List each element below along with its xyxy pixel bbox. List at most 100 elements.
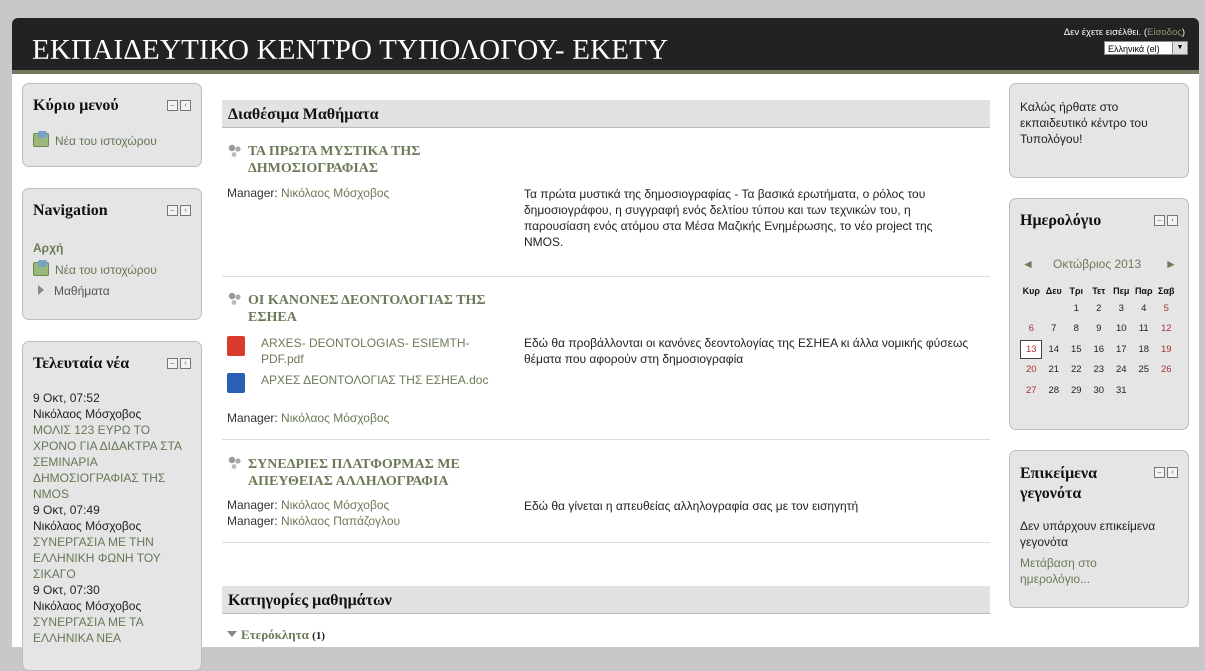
calendar-day[interactable]: 31 [1110, 380, 1133, 401]
file-name[interactable]: ΑΡΧΕΣ ΔΕΟΝΤΟΛΟΓΙΑΣ ΤΗΣ ΕΣΗΕΑ.doc [261, 372, 491, 388]
calendar-month-title[interactable]: Οκτώβριος 2013 [1053, 257, 1141, 271]
calendar-day[interactable]: 10 [1110, 319, 1133, 340]
calendar-day[interactable]: 6 [1020, 319, 1043, 340]
nav-item-courses[interactable]: Μαθήματα [33, 284, 110, 298]
collapse-icon[interactable]: – [1154, 215, 1165, 226]
calendar-day[interactable]: 25 [1133, 360, 1156, 381]
chevron-down-icon: ▼ [1172, 42, 1187, 54]
calendar-week-row: 27 28 29 30 31 [1020, 380, 1178, 401]
calendar-day[interactable]: 19 [1155, 339, 1178, 360]
news-list: 9 Οκτ, 07:52 Νικόλαος Μόσχοβος ΜΟΛΙΣ 123… [33, 390, 183, 646]
course-manager: Manager: Νικόλαος Μόσχοβος [227, 498, 389, 512]
weekday: Τετ [1092, 285, 1106, 296]
next-month-icon[interactable]: ► [1165, 257, 1177, 271]
calendar-day[interactable]: 2 [1088, 298, 1111, 319]
block-controls: – ‹ [167, 100, 191, 112]
calendar-day[interactable]: 1 [1065, 298, 1088, 319]
welcome-text: Καλώς ήρθατε στο εκπαιδευτικό κέντρο του… [1020, 100, 1148, 146]
calendar-empty-cell [1043, 298, 1066, 319]
language-select[interactable]: Ελληνικά (el) ▼ [1104, 41, 1188, 55]
calendar-day[interactable]: 18 [1133, 339, 1156, 360]
block-controls: – ‹ [167, 205, 191, 217]
calendar-empty-cell [1133, 380, 1156, 401]
news-date: 9 Οκτ, 07:30 [33, 583, 100, 597]
dock-icon[interactable]: ‹ [180, 100, 191, 111]
course-title-link[interactable]: ΟΙ ΚΑΝΟΝΕΣ ΔΕΟΝΤΟΛΟΓΙΑΣ ΤΗΣ ΕΣΗΕΑ [248, 292, 528, 326]
calendar-day[interactable]: 13 [1020, 339, 1043, 360]
calendar-day[interactable]: 9 [1088, 319, 1111, 340]
login-link[interactable]: Είσοδος [1147, 27, 1182, 38]
category-link[interactable]: Ετερόκλητα [241, 627, 309, 642]
course-summary: Εδώ θα γίνεται η απευθείας αλληλογραφία … [524, 499, 859, 513]
manager-label: Manager: [227, 411, 278, 425]
news-post: 9 Οκτ, 07:52 Νικόλαος Μόσχοβος ΜΟΛΙΣ 123… [33, 390, 183, 502]
manager-link[interactable]: Νικόλαος Μόσχοβος [281, 186, 389, 200]
manager-link[interactable]: Νικόλαος Μόσχοβος [281, 498, 389, 512]
calendar-day[interactable]: 8 [1065, 319, 1088, 340]
calendar-day[interactable]: 17 [1110, 339, 1133, 360]
login-info: Δεν έχετε εισέλθει. (Είσοδος) [1064, 27, 1185, 38]
manager-link[interactable]: Νικόλαος Παπάζογλου [281, 514, 400, 528]
calendar-day[interactable]: 20 [1020, 360, 1043, 381]
dock-icon[interactable]: ‹ [180, 358, 191, 369]
block-title: Navigation [33, 202, 108, 219]
calendar-day[interactable]: 5 [1155, 298, 1178, 319]
prev-month-icon[interactable]: ◄ [1022, 257, 1034, 271]
category-item[interactable]: Ετερόκλητα (1) [227, 627, 325, 643]
block-title: Ημερολόγιο [1020, 212, 1102, 229]
course-title-link[interactable]: ΤΑ ΠΡΩΤΑ ΜΥΣΤΙΚΑ ΤΗΣ ΔΗΜΟΣΙΟΓΡΑΦΙΑΣ [248, 143, 528, 177]
menu-item-site-news[interactable]: Νέα του ιστοχώρου [33, 131, 157, 148]
nav-item-site-news[interactable]: Νέα του ιστοχώρου [33, 260, 157, 277]
news-author: Νικόλαος Μόσχοβος [33, 599, 142, 613]
collapse-icon[interactable]: – [1154, 467, 1165, 478]
calendar-day[interactable]: 30 [1088, 380, 1111, 401]
collapse-arrow-icon [227, 631, 237, 637]
calendar-day[interactable]: 22 [1065, 360, 1088, 381]
calendar-day[interactable]: 15 [1065, 339, 1088, 360]
dock-icon[interactable]: ‹ [1167, 467, 1178, 478]
divider [222, 542, 990, 543]
no-events-text: Δεν υπάρχουν επικείμενα γεγονότα [1020, 519, 1156, 549]
menu-item-label[interactable]: Νέα του ιστοχώρου [55, 134, 157, 148]
dock-icon[interactable]: ‹ [180, 205, 191, 216]
calendar-day[interactable]: 27 [1020, 380, 1043, 401]
calendar-day[interactable]: 28 [1043, 380, 1066, 401]
calendar-day[interactable]: 26 [1155, 360, 1178, 381]
nav-home[interactable]: Αρχή [33, 241, 63, 255]
calendar-day[interactable]: 3 [1110, 298, 1133, 319]
file-name[interactable]: ARXES- DEONTOLOGIAS- ESIEMTH-PDF.pdf [261, 335, 491, 367]
calendar-day[interactable]: 7 [1043, 319, 1066, 340]
calendar-day[interactable]: 23 [1088, 360, 1111, 381]
language-value: Ελληνικά (el) [1108, 44, 1160, 54]
file-link-doc[interactable]: ΑΡΧΕΣ ΔΕΟΝΤΟΛΟΓΙΑΣ ΤΗΣ ΕΣΗΕΑ.doc [227, 372, 491, 393]
expand-arrow-icon [38, 285, 44, 295]
course-title-link[interactable]: ΣΥΝΕΔΡΙΕΣ ΠΛΑΤΦΟΡΜΑΣ ΜΕ ΑΠΕΥΘΕΙΑΣ ΑΛΛΗΛΟ… [248, 456, 528, 490]
course-icon [228, 144, 241, 157]
calendar-day[interactable]: 24 [1110, 360, 1133, 381]
news-headline-link[interactable]: ΣΥΝΕΡΓΑΣΙΑ ΜΕ ΤΗΝ ΕΛΛΗΝΙΚΗ ΦΩΝΗ ΤΟΥ ΣΙΚΑ… [33, 534, 183, 582]
collapse-icon[interactable]: – [167, 358, 178, 369]
calendar-day[interactable]: 14 [1043, 339, 1066, 360]
collapse-icon[interactable]: – [167, 205, 178, 216]
news-headline-link[interactable]: ΣΥΝΕΡΓΑΣΙΑ ΜΕ ΤΑ ΕΛΛΗΝΙΚΑ ΝΕΑ [33, 614, 183, 646]
weekday: Σαβ [1158, 285, 1175, 296]
block-controls: – ‹ [1154, 215, 1178, 227]
news-post: 9 Οκτ, 07:49 Νικόλαος Μόσχοβος ΣΥΝΕΡΓΑΣΙ… [33, 502, 183, 582]
calendar-day[interactable]: 11 [1133, 319, 1156, 340]
news-headline-link[interactable]: ΜΟΛΙΣ 123 ΕΥΡΩ ΤΟ ΧΡΟΝΟ ΓΙΑ ΔΙΔΑΚΤΡΑ ΣΤΑ… [33, 422, 183, 502]
go-to-calendar-link[interactable]: Μετάβαση στο ημερολόγιο... [1020, 555, 1160, 587]
dock-icon[interactable]: ‹ [1167, 215, 1178, 226]
file-link-pdf[interactable]: ARXES- DEONTOLOGIAS- ESIEMTH-PDF.pdf [227, 335, 491, 367]
collapse-icon[interactable]: – [167, 100, 178, 111]
divider [222, 439, 990, 440]
page-content: Κύριο μενού – ‹ Νέα του ιστοχώρου Naviga… [12, 74, 1199, 671]
calendar-day[interactable]: 4 [1133, 298, 1156, 319]
calendar-day[interactable]: 16 [1088, 339, 1111, 360]
calendar-day[interactable]: 29 [1065, 380, 1088, 401]
nav-item-label[interactable]: Νέα του ιστοχώρου [55, 263, 157, 277]
calendar-day[interactable]: 12 [1155, 319, 1178, 340]
manager-link[interactable]: Νικόλαος Μόσχοβος [281, 411, 389, 425]
weekday: Κυρ [1022, 285, 1040, 296]
calendar-day[interactable]: 21 [1043, 360, 1066, 381]
block-title: Κύριο μενού [33, 97, 119, 114]
